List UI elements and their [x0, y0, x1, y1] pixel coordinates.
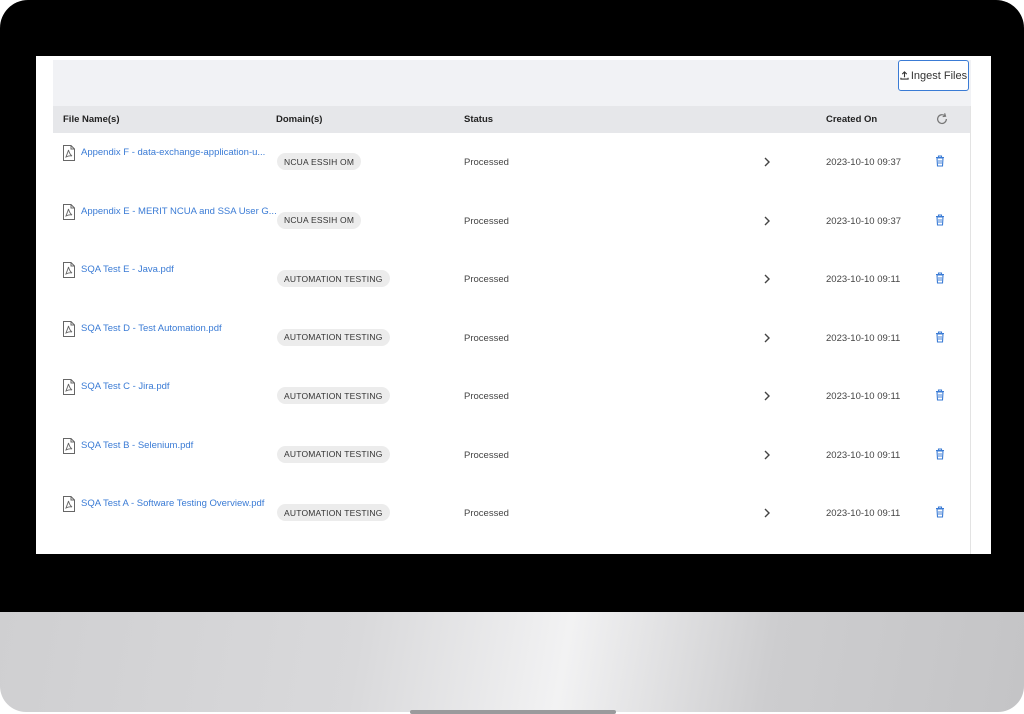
trash-icon[interactable] [935, 447, 945, 460]
monitor-chin [0, 612, 1024, 712]
trash-icon[interactable] [935, 330, 945, 343]
table-row: SQA Test B - Selenium.pdf AUTOMATION TES… [53, 426, 970, 485]
created-on-text: 2023-10-10 09:11 [826, 391, 901, 402]
domain-chip: AUTOMATION TESTING [277, 270, 390, 287]
pdf-file-icon [63, 203, 75, 220]
status-text: Processed [464, 391, 509, 402]
header-created-on: Created On [826, 114, 878, 125]
chevron-right-icon[interactable] [763, 507, 771, 519]
file-link[interactable]: Appendix E - MERIT NCUA and SSA User G..… [81, 206, 277, 217]
table-header: File Name(s) Domain(s) Status Created On [53, 106, 970, 133]
file-cell: SQA Test B - Selenium.pdf [63, 437, 193, 454]
file-link[interactable]: SQA Test B - Selenium.pdf [81, 440, 193, 451]
monitor-stand [410, 710, 616, 714]
header-domain: Domain(s) [276, 114, 323, 125]
created-on-text: 2023-10-10 09:11 [826, 449, 901, 461]
ingest-files-button[interactable]: Ingest Files [898, 60, 969, 91]
domain-chip: NCUA ESSIH OM [277, 153, 362, 170]
status-text: Processed [464, 274, 509, 285]
domain-chip: AUTOMATION TESTING [277, 387, 390, 404]
pdf-file-icon [63, 437, 75, 454]
file-cell: SQA Test C - Jira.pdf [63, 379, 170, 395]
trash-icon[interactable] [935, 272, 945, 284]
chevron-right-icon[interactable] [763, 332, 771, 344]
app-screen: Ingest Files File Name(s) Domain(s) Stat… [36, 56, 991, 554]
pdf-file-icon [63, 262, 75, 278]
file-cell: SQA Test A - Software Testing Overview.p… [63, 496, 264, 512]
pdf-file-icon [63, 320, 75, 337]
chevron-right-icon[interactable] [763, 449, 771, 461]
domain-chip: AUTOMATION TESTING [277, 445, 390, 463]
file-cell: Appendix E - MERIT NCUA and SSA User G..… [63, 203, 277, 220]
domain-chip: AUTOMATION TESTING [277, 328, 390, 346]
table-body: Appendix F - data-exchange-application-u… [53, 133, 970, 543]
file-link[interactable]: SQA Test C - Jira.pdf [81, 381, 170, 392]
trash-icon[interactable] [935, 155, 945, 167]
status-text: Processed [464, 157, 509, 168]
table-row: SQA Test D - Test Automation.pdf AUTOMAT… [53, 309, 970, 368]
header-file-name: File Name(s) [63, 114, 120, 125]
created-on-text: 2023-10-10 09:11 [826, 332, 901, 344]
table-row: SQA Test C - Jira.pdf AUTOMATION TESTING… [53, 367, 970, 426]
created-on-text: 2023-10-10 09:37 [826, 157, 902, 168]
file-cell: Appendix F - data-exchange-application-u… [63, 145, 265, 161]
refresh-icon[interactable] [935, 112, 949, 126]
chevron-right-icon[interactable] [763, 156, 771, 168]
trash-icon[interactable] [935, 389, 945, 401]
trash-icon[interactable] [935, 213, 945, 226]
file-cell: SQA Test E - Java.pdf [63, 262, 174, 278]
file-link[interactable]: SQA Test D - Test Automation.pdf [81, 323, 222, 334]
toolbar: Ingest Files [53, 60, 971, 110]
chevron-right-icon[interactable] [763, 390, 771, 402]
status-text: Processed [464, 332, 509, 344]
files-table: File Name(s) Domain(s) Status Created On… [53, 106, 971, 554]
created-on-text: 2023-10-10 09:11 [826, 274, 901, 285]
status-text: Processed [464, 449, 509, 461]
status-text: Processed [464, 508, 509, 519]
header-status: Status [464, 114, 494, 125]
table-row: Appendix E - MERIT NCUA and SSA User G..… [53, 192, 970, 251]
domain-chip: NCUA ESSIH OM [277, 211, 362, 229]
status-text: Processed [464, 215, 509, 227]
upload-icon [900, 71, 909, 80]
chevron-right-icon[interactable] [763, 215, 771, 227]
pdf-file-icon [63, 145, 75, 161]
ingest-files-label: Ingest Files [910, 69, 968, 82]
file-link[interactable]: SQA Test E - Java.pdf [81, 264, 174, 275]
file-cell: SQA Test D - Test Automation.pdf [63, 320, 222, 337]
table-row: SQA Test A - Software Testing Overview.p… [53, 484, 970, 543]
table-row: SQA Test E - Java.pdf AUTOMATION TESTING… [53, 250, 970, 309]
created-on-text: 2023-10-10 09:37 [826, 215, 902, 227]
table-row: Appendix F - data-exchange-application-u… [53, 133, 970, 192]
created-on-text: 2023-10-10 09:11 [826, 508, 901, 519]
chevron-right-icon[interactable] [763, 273, 771, 285]
trash-icon[interactable] [935, 506, 945, 518]
domain-chip: AUTOMATION TESTING [277, 504, 390, 521]
file-link[interactable]: SQA Test A - Software Testing Overview.p… [81, 498, 264, 509]
pdf-file-icon [63, 496, 75, 512]
pdf-file-icon [63, 379, 75, 395]
file-link[interactable]: Appendix F - data-exchange-application-u… [81, 147, 265, 158]
